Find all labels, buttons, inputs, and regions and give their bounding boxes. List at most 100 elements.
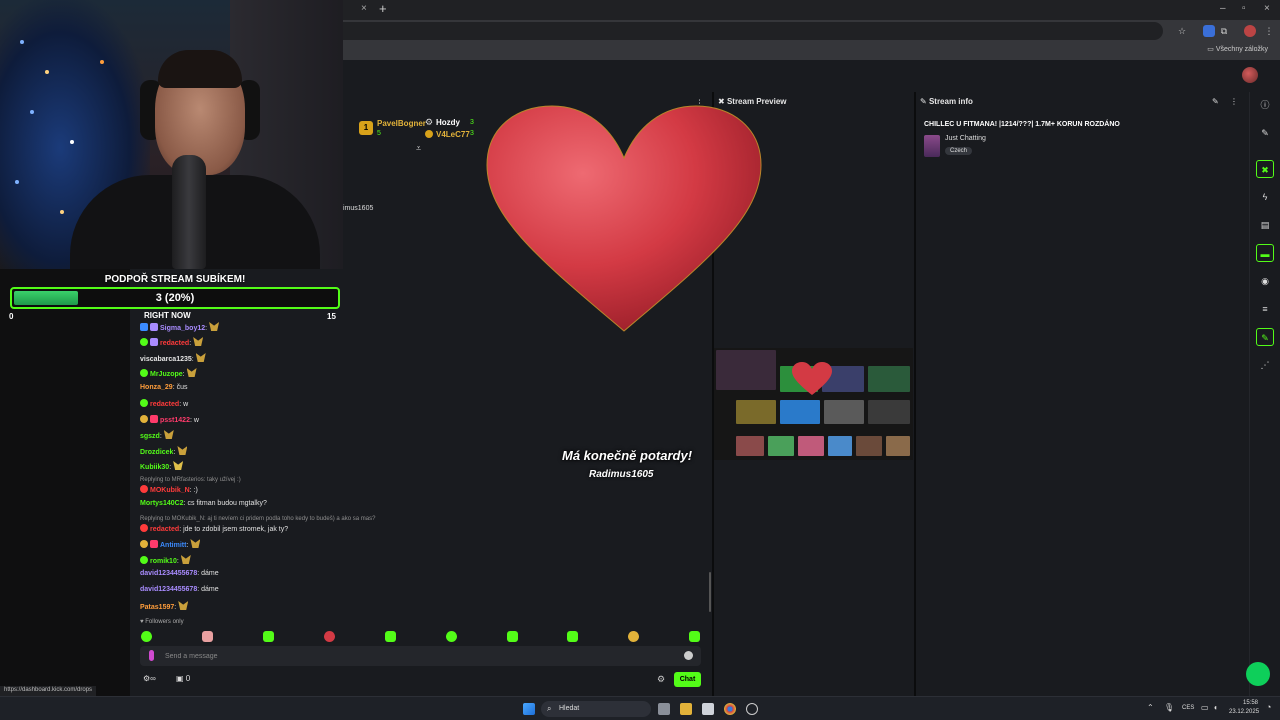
document-icon[interactable]: ▤: [1256, 216, 1274, 234]
minimize-button[interactable]: –: [1220, 3, 1226, 14]
chat-message: sgszd:: [140, 430, 174, 440]
tree-light: [30, 110, 34, 114]
chat-username[interactable]: sgszd: [140, 433, 160, 440]
file-explorer-icon[interactable]: [680, 703, 692, 715]
chat-username[interactable]: redacted: [160, 340, 189, 347]
tray-chevron-icon[interactable]: ⌃: [1147, 703, 1154, 712]
chat-send-button[interactable]: Chat: [674, 672, 701, 687]
emote-icon[interactable]: [446, 631, 457, 642]
store-icon[interactable]: [702, 703, 714, 715]
emote-icon[interactable]: [628, 631, 639, 642]
emote-icon[interactable]: [263, 631, 274, 642]
windows-start-icon[interactable]: [523, 703, 535, 715]
chat-username[interactable]: viscabarca1235: [140, 356, 192, 363]
viewer-stat: ⚙∞: [143, 674, 156, 683]
gift-badge-icon: [150, 415, 158, 423]
info-icon[interactable]: ⓘ: [1256, 96, 1274, 114]
chat-message: Honza_29: čus: [140, 384, 188, 391]
emote-icon: [180, 555, 191, 564]
chat-username[interactable]: psst1422: [160, 417, 190, 424]
more-menu-icon[interactable]: ⋮: [1263, 25, 1275, 37]
right-rail: ⓘ ✎ ✖ ϟ ▤ ▬ ◉ ≡ ✎ ⋰: [1249, 92, 1280, 696]
partial-username: imus1605: [343, 205, 374, 212]
chat-username[interactable]: Kubiik30: [140, 464, 169, 471]
chat-username[interactable]: redacted: [150, 526, 179, 533]
category-name[interactable]: Just Chatting: [945, 135, 986, 142]
user-avatar[interactable]: [1242, 67, 1258, 83]
emote-icon: [163, 430, 174, 439]
new-tab-button[interactable]: +: [379, 1, 387, 16]
taskbar-search[interactable]: ⌕ Hledat: [541, 701, 651, 717]
status-url: https://dashboard.kick.com/drops: [0, 686, 97, 696]
emote-icon[interactable]: [507, 631, 518, 642]
bookmark-star-icon[interactable]: ☆: [1176, 25, 1188, 37]
extension-icon[interactable]: [1203, 25, 1215, 37]
chat-username[interactable]: redacted: [150, 401, 179, 408]
collapse-icon[interactable]: ⩡: [416, 143, 421, 154]
chat-toggle-icon[interactable]: ▬: [1256, 244, 1274, 262]
emote-icon[interactable]: [567, 631, 578, 642]
all-bookmarks-link[interactable]: ▭ Všechny záložky: [1207, 45, 1268, 53]
chat-username[interactable]: Mortys140C2: [140, 500, 184, 507]
preview-toggle-icon[interactable]: ✖: [1256, 160, 1274, 178]
tab-close-icon[interactable]: ×: [361, 3, 367, 14]
windows-taskbar: ⌕ Hledat ⌃ 🎙 CES ▭ ◖ 15:58 23.12.2025 ◔: [0, 696, 1280, 720]
chat-username[interactable]: Honza_29: [140, 384, 173, 391]
chat-username[interactable]: romik10: [150, 558, 177, 565]
stream-preview-image[interactable]: [714, 348, 913, 460]
emote-icon[interactable]: [385, 631, 396, 642]
network-icon[interactable]: ▭: [1201, 703, 1209, 712]
clock-time[interactable]: 15:58: [1243, 700, 1258, 706]
bolt-icon[interactable]: ϟ: [1256, 188, 1274, 206]
stack-icon[interactable]: ≡: [1256, 300, 1274, 318]
close-window-button[interactable]: ×: [1264, 3, 1270, 14]
chat-username[interactable]: david1234455678: [140, 586, 197, 593]
chat-text: w: [193, 417, 199, 424]
chat-message: Mortys140C2: cs fitman budou mgtalky?: [140, 500, 267, 507]
notifications-icon[interactable]: ◔: [1266, 702, 1271, 712]
info-more-icon[interactable]: ⋮: [1230, 97, 1238, 106]
chat-username[interactable]: MrJuzope: [150, 371, 183, 378]
maximize-button[interactable]: ▫: [1242, 3, 1246, 14]
preview-thumb: [868, 400, 910, 424]
chat-username[interactable]: Antimitt: [160, 542, 186, 549]
chat-scrollbar[interactable]: [709, 572, 711, 612]
chrome-icon[interactable]: [724, 703, 736, 715]
chat-username[interactable]: Sigma_boy12: [160, 325, 205, 332]
emote-icon[interactable]: [689, 631, 700, 642]
chat-username[interactable]: MOKubik_N: [150, 487, 190, 494]
chat-text: cs fitman budou mgtalky?: [187, 500, 267, 507]
emote-icon[interactable]: [141, 631, 152, 642]
right-now-label: RIGHT NOW: [144, 311, 191, 320]
followers-only-notice: ♥ Followers only: [140, 619, 184, 625]
pencil-icon[interactable]: ✎: [1256, 124, 1274, 142]
settings-icon[interactable]: [746, 703, 758, 715]
emoji-picker-icon[interactable]: [684, 651, 693, 660]
task-view-icon[interactable]: [658, 703, 670, 715]
omnibox[interactable]: [343, 22, 1163, 40]
address-bar: ☆ ⧉ ⋮: [343, 20, 1280, 42]
chat-message: romik10:: [140, 555, 191, 565]
share-icon[interactable]: ⋰: [1256, 356, 1274, 374]
chat-username[interactable]: Drozdicek: [140, 449, 173, 456]
help-chat-button[interactable]: [1246, 662, 1270, 686]
puzzle-icon[interactable]: ⧉: [1218, 25, 1230, 37]
chat-settings-icon[interactable]: ⚙: [657, 674, 665, 685]
volume-icon[interactable]: ◖: [1213, 703, 1218, 712]
chat-input[interactable]: [165, 650, 665, 662]
tree-light: [60, 210, 64, 214]
clock-date[interactable]: 23.12.2025: [1229, 709, 1259, 715]
mic-icon[interactable]: [149, 650, 154, 661]
tree-light: [15, 180, 19, 184]
broadcast-icon[interactable]: ◉: [1256, 272, 1274, 290]
chat-username[interactable]: Patas1597: [140, 604, 174, 611]
edit-icon[interactable]: ✎: [1212, 97, 1219, 106]
emote-icon[interactable]: [324, 631, 335, 642]
emote-icon[interactable]: [202, 631, 213, 642]
language-indicator[interactable]: CES: [1182, 705, 1194, 711]
chat-username[interactable]: david1234455678: [140, 570, 197, 577]
microphone: [172, 155, 206, 269]
mic-tray-icon[interactable]: 🎙: [1164, 703, 1174, 712]
profile-icon[interactable]: [1244, 25, 1256, 37]
tools-toggle-icon[interactable]: ✎: [1256, 328, 1274, 346]
